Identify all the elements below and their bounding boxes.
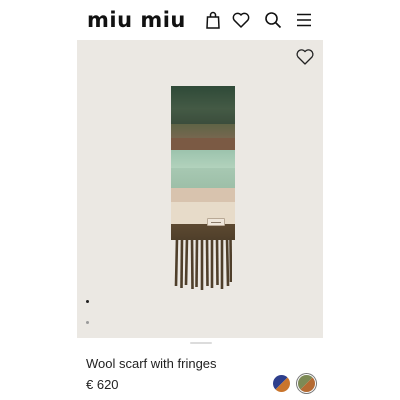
heart-icon[interactable] xyxy=(231,10,251,30)
brand-logo[interactable]: miu miu xyxy=(87,9,186,31)
product-image-scarf xyxy=(171,86,235,290)
wishlist-heart-icon[interactable] xyxy=(295,48,315,66)
site-header: miu miu xyxy=(77,0,323,40)
product-price: € 620 xyxy=(86,377,119,392)
drawer-handle[interactable] xyxy=(190,342,212,344)
carousel-indicator xyxy=(86,296,92,326)
product-name: Wool scarf with fringes xyxy=(86,356,217,371)
shopping-bag-icon[interactable] xyxy=(203,10,223,30)
brand-label-patch xyxy=(207,218,225,226)
color-swatch-blue-orange[interactable] xyxy=(273,375,290,392)
product-image-carousel[interactable] xyxy=(77,40,323,338)
carousel-dot[interactable] xyxy=(86,321,89,324)
search-icon[interactable] xyxy=(263,10,283,30)
color-swatch-green-brown[interactable] xyxy=(298,375,315,392)
carousel-dot-active[interactable] xyxy=(86,300,89,303)
menu-icon[interactable] xyxy=(294,10,314,30)
product-page: miu miu Wool scarf with fringes € 620 xyxy=(77,0,323,400)
product-info: Wool scarf with fringes € 620 xyxy=(77,338,323,400)
